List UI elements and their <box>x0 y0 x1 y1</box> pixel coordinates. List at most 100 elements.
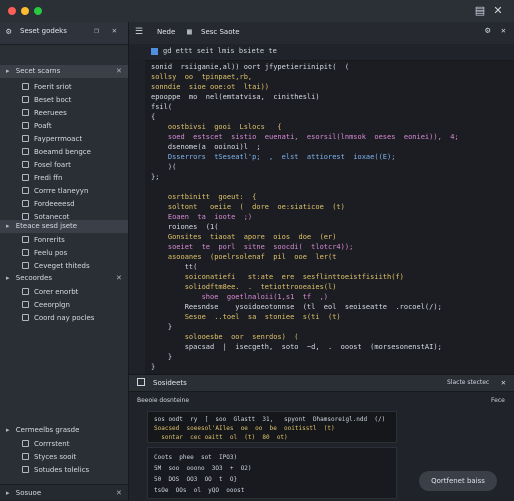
gear-icon: ⚙ <box>6 27 12 37</box>
breadcrumb-text: gd ettt seit lmis bsiete te <box>163 47 277 55</box>
sidebar-item-label: Fordeeeesd <box>34 200 75 208</box>
layout-icon[interactable]: ▤ <box>474 5 486 17</box>
panel-right-label[interactable]: Slacte stectec <box>447 379 489 386</box>
copy-icon[interactable]: ❐ <box>94 26 99 35</box>
sidebar-footer[interactable]: ▸ Sosuoe ✕ <box>0 484 128 500</box>
file-icon <box>22 96 29 103</box>
sidebar-section-header[interactable]: ▸ Secet scarns ✕ <box>0 65 128 78</box>
code-line[interactable]: Dsserrors tSeseatl'p; , elst attiorest i… <box>151 152 396 163</box>
close-icon[interactable]: ✕ <box>501 378 506 387</box>
sidebar-item-label: Sotudes tolelics <box>34 466 90 474</box>
list-item[interactable]: Fayperrmoact <box>22 133 82 146</box>
list-item[interactable]: Corrre tlaneyyn <box>22 185 88 198</box>
terminal-line: sontar cec oaitt ol (t) 80 ot) <box>154 434 288 441</box>
sidebar-item-label: Reeruees <box>34 109 67 117</box>
line-gutter <box>129 60 145 374</box>
section-label: Eteace sesd jsete <box>15 222 78 230</box>
folder-icon: ▦ <box>187 27 192 36</box>
file-icon <box>22 148 29 155</box>
code-line[interactable]: spacsad | isecgeth, soto ~d, . ooost (mo… <box>151 342 442 353</box>
list-item[interactable]: Fosel foart <box>22 159 71 172</box>
primary-button[interactable]: Qortfenet baiss <box>419 471 497 491</box>
list-item[interactable]: Feelu pos <box>22 247 67 260</box>
code-editor: ☰ Nede ▦ Sesc Saote ⚙ ✕ gd ettt seit lmi… <box>129 22 514 374</box>
list-item[interactable]: Reeruees <box>22 107 67 120</box>
sidebar-section-header[interactable]: ▸ Secoordes ✕ <box>0 272 128 285</box>
list-item[interactable]: Coord nay pocles <box>22 312 94 325</box>
panel-title: Sosideets <box>153 379 187 387</box>
file-icon <box>22 83 29 90</box>
sidebar-title: Seset godeks <box>20 27 67 35</box>
list-item[interactable]: Corer enorbt <box>22 286 78 299</box>
sidebar-item-label: Ceveget thiteds <box>34 262 90 270</box>
list-item[interactable]: Ceeorplgn <box>22 299 70 312</box>
file-icon <box>22 174 29 181</box>
list-item[interactable]: Foerit sriot <box>22 81 72 94</box>
tab-sesc-saote[interactable]: Sesc Saote <box>201 28 240 36</box>
sidebar-header: ⚙ Seset godeks ❐ ✕ <box>0 22 128 45</box>
code-line[interactable]: epooppe mo nel(emtatvisa, cinithesli) <box>151 92 320 103</box>
file-icon <box>22 187 29 194</box>
close-icon[interactable]: ✕ <box>112 26 117 35</box>
file-icon <box>22 213 29 220</box>
list-item[interactable]: Sotudes tolelics <box>22 464 89 477</box>
panel-subtitle: Beeoie dosnteine <box>137 397 190 404</box>
terminal-output[interactable]: sos oodt ry [ soo Glastt 31, spyont Dham… <box>147 411 397 459</box>
code-line[interactable]: } <box>151 362 155 373</box>
file-icon <box>22 161 29 168</box>
list-item[interactable]: Corrrstent <box>22 438 69 451</box>
code-line[interactable]: Sesoe ..toel sa stoniee s(ti (t) <box>151 312 341 323</box>
sidebar-item-label: Poaft <box>34 122 52 130</box>
chevron-right-icon: ▸ <box>6 67 10 75</box>
list-item[interactable]: Fredi ffn <box>22 172 62 185</box>
panel-header: Sosideets Slacte stectec ✕ <box>129 375 514 392</box>
tab-node[interactable]: Nede <box>157 28 175 36</box>
list-item[interactable]: Styces sooit <box>22 451 76 464</box>
tab-bar: ☰ Nede ▦ Sesc Saote ⚙ ✕ <box>129 22 514 45</box>
close-icon[interactable]: ✕ <box>116 272 122 285</box>
chevron-right-icon: ▸ <box>6 489 10 497</box>
app-window: ▤ ✕ ⚙ Seset godeks ❐ ✕ ▸ Secet scarns ✕ … <box>0 0 514 501</box>
minimize-window-button[interactable] <box>21 7 29 15</box>
code-line[interactable]: }; <box>151 172 159 183</box>
chevron-right-icon: ▸ <box>6 274 10 282</box>
file-icon <box>22 200 29 207</box>
output-line: 5M soo ooono 3O3 + O2) <box>154 465 252 472</box>
sidebar-item-label: Boeamd bengce <box>34 148 91 156</box>
close-icon[interactable]: ✕ <box>501 26 506 35</box>
title-bar: ▤ ✕ <box>0 0 514 23</box>
maximize-window-button[interactable] <box>34 7 42 15</box>
file-icon <box>22 288 29 295</box>
bottom-panel: Sosideets Slacte stectec ✕ Beeoie dosnte… <box>129 374 514 501</box>
sidebar-section-header[interactable]: ▸ Eteace sesd jsete <box>0 220 128 233</box>
breadcrumb: gd ettt seit lmis bsiete te <box>129 44 514 61</box>
list-item[interactable]: Poaft <box>22 120 52 133</box>
list-item[interactable]: Fordeeeesd <box>22 198 75 211</box>
list-item[interactable]: Beset boct <box>22 94 71 107</box>
list-item[interactable]: Boeamd bengce <box>22 146 91 159</box>
chevron-right-icon: ▸ <box>6 222 10 230</box>
close-icon[interactable]: ✕ <box>116 485 122 501</box>
sidebar-item-label: Fosel foart <box>34 161 71 169</box>
close-icon[interactable]: ✕ <box>492 5 504 17</box>
file-icon <box>151 48 158 55</box>
file-icon <box>22 262 29 269</box>
sidebar-item-label: Beset boct <box>34 96 72 104</box>
file-icon <box>22 236 29 243</box>
code-area[interactable]: sonid rsiiganie,al)) oort jfypetieriinip… <box>145 60 514 374</box>
close-window-button[interactable] <box>8 7 16 15</box>
file-icon <box>22 109 29 116</box>
close-icon[interactable]: ✕ <box>116 65 122 78</box>
menu-icon[interactable]: ☰ <box>135 27 143 37</box>
list-item[interactable]: Fonrerits <box>22 234 65 247</box>
file-icon <box>22 466 29 473</box>
section-label: Secoordes <box>15 274 53 282</box>
panel-subright[interactable]: Fece <box>491 397 505 404</box>
settings-icon[interactable]: ⚙ <box>485 26 490 36</box>
sidebar-item-label: Feelu pos <box>34 249 68 257</box>
sidebar-item-label: Ceeorplgn <box>34 301 70 309</box>
sidebar-item-label: Corrrstent <box>34 440 70 448</box>
file-icon <box>22 314 29 321</box>
chevron-right-icon: ▸ <box>6 426 10 434</box>
sidebar-section-header[interactable]: ▸ Cermeelbs grasde <box>0 424 128 437</box>
